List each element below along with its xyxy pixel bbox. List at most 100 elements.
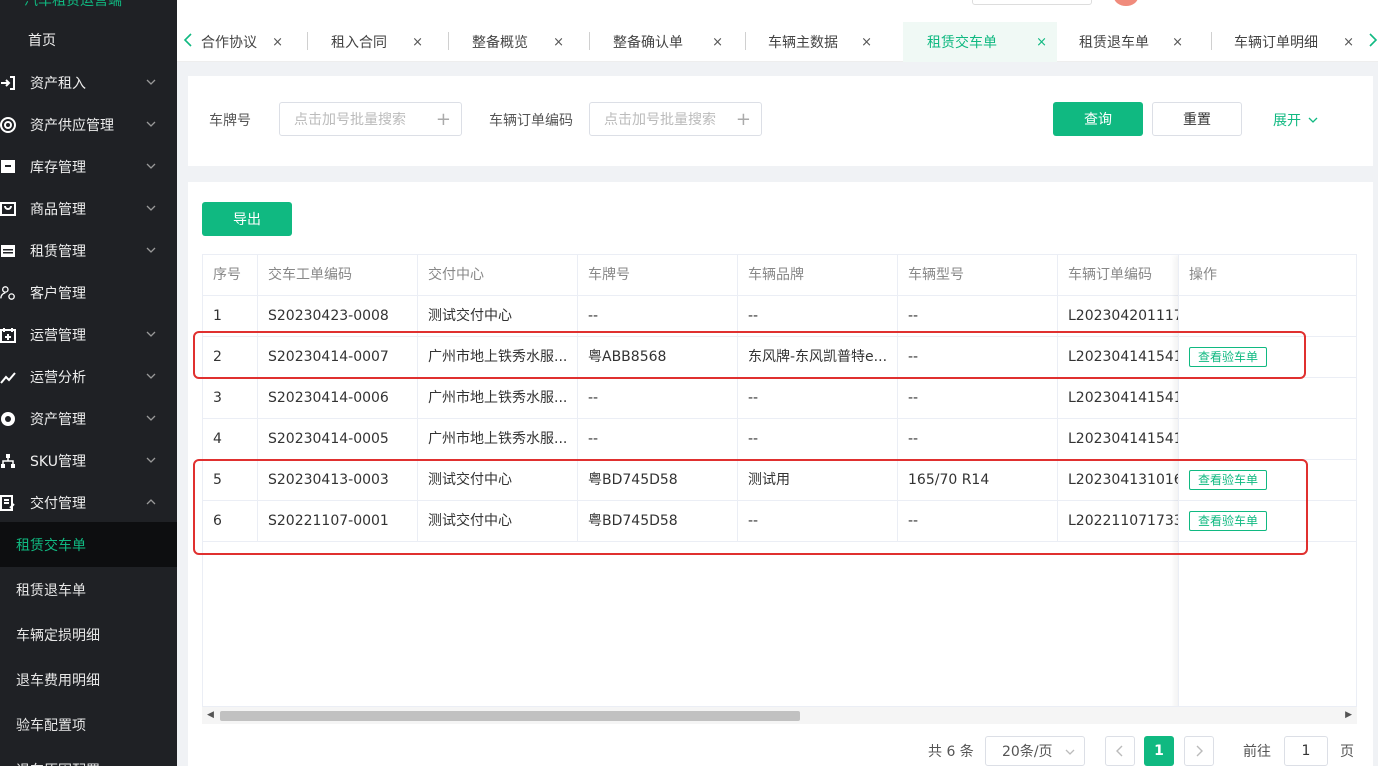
next-page-button[interactable] [1184,736,1214,766]
bag-icon [0,201,16,217]
sidebar-item-inventory[interactable]: 库存管理 [0,146,177,188]
scrollbar-thumb[interactable] [220,711,800,721]
sidebar-item-label: 运营分析 [30,370,86,386]
sidebar-subitem-damage-detail[interactable]: 车辆定损明细 [0,612,177,657]
header-search-box[interactable] [972,0,1092,5]
chevron-up-icon [146,499,156,505]
tab-label: 整备概览 [472,35,528,51]
order-code-search-input[interactable]: 点击加号批量搜索 + [589,102,762,136]
tab-bar: 合作协议 × 租入合同 × 整备概览 × 整备确认单 × 车辆主数据 × 租赁交车单 × 租… [177,18,1378,62]
inventory-icon [0,159,16,175]
sidebar-item-label: SKU管理 [30,454,86,470]
horizontal-scrollbar[interactable]: ◀ ▶ [202,706,1357,724]
sidebar-item-sku[interactable]: SKU管理 [0,440,177,482]
login-icon [0,75,16,91]
tab-lease-return[interactable]: 租赁退车单 × [1055,22,1193,62]
page-suffix: 页 [1340,744,1354,760]
action-cell [1179,419,1356,460]
lifebuoy-icon [0,117,16,133]
table-icon [0,243,16,259]
search-panel: 车牌号 点击加号批量搜索 + 车辆订单编码 点击加号批量搜索 + 查询 重置 展… [188,76,1373,166]
col-header-model: 车辆型号 [898,255,1058,296]
chevron-down-icon [1065,749,1075,755]
hierarchy-icon [0,453,16,469]
doc-edit-icon [0,495,16,511]
action-cell [1179,378,1356,419]
sidebar-item-products[interactable]: 商品管理 [0,188,177,230]
sidebar: 汽车租赁运营端 首页 资产租入 资产供应管理 库存管理 商品管理 租赁管理 客户… [0,0,177,766]
sidebar-subitem-lease-return[interactable]: 租赁退车单 [0,567,177,612]
top-header [177,0,1378,18]
sidebar-item-label: 客户管理 [30,286,86,302]
sidebar-subitem-return-fees[interactable]: 退车费用明细 [0,657,177,702]
sidebar-item-label: 租赁管理 [30,244,86,260]
tab-label: 整备确认单 [613,35,683,51]
prev-page-button[interactable] [1105,736,1135,766]
add-icon[interactable]: + [436,109,451,130]
tab-cooperation[interactable]: 合作协议 × [187,22,293,62]
close-icon[interactable]: × [412,35,423,50]
app-brand: 汽车租赁运营端 [24,0,122,9]
sidebar-item-assets[interactable]: 资产管理 [0,398,177,440]
add-icon[interactable]: + [736,109,751,130]
tab-prep-overview[interactable]: 整备概览 × [448,22,574,62]
sidebar-subitem-return-reasons[interactable]: 退车原因配置 [0,747,177,766]
sidebar-item-analytics[interactable]: 运营分析 [0,356,177,398]
sidebar-item-delivery[interactable]: 交付管理 [0,482,177,524]
sidebar-item-lease[interactable]: 租赁管理 [0,230,177,272]
trend-icon [0,369,16,385]
sidebar-item-label: 交付管理 [30,496,86,512]
sidebar-item-label: 资产租入 [30,76,86,92]
sidebar-item-asset-lease-in[interactable]: 资产租入 [0,62,177,104]
page-number-current[interactable]: 1 [1144,736,1174,766]
close-icon[interactable]: × [1036,35,1047,50]
sidebar-item-label: 资产供应管理 [30,118,114,134]
goto-label: 前往 [1243,744,1271,760]
tab-vehicle-master[interactable]: 车辆主数据 × [744,22,882,62]
scroll-left-icon[interactable]: ◀ [207,710,214,720]
chevron-down-icon [146,121,156,127]
close-icon[interactable]: × [712,35,723,50]
cell-model: -- [898,378,1058,419]
query-button[interactable]: 查询 [1053,102,1143,136]
sidebar-item-operations[interactable]: 运营管理 [0,314,177,356]
avatar[interactable] [1114,0,1138,6]
goto-page-input[interactable]: 1 [1284,736,1328,766]
tab-label: 合作协议 [201,35,257,51]
tab-lease-delivery[interactable]: 租赁交车单 × [903,22,1057,62]
close-icon[interactable]: × [1343,35,1354,50]
tab-scroll-right-icon[interactable] [1366,30,1378,50]
col-header-brand: 车辆品牌 [738,255,898,296]
sidebar-item-label: 资产管理 [30,412,86,428]
close-icon[interactable]: × [272,35,283,50]
user-settings-icon [0,285,16,301]
plate-search-input[interactable]: 点击加号批量搜索 + [279,102,462,136]
chevron-down-icon [146,163,156,169]
cell-plate: -- [578,378,738,419]
tab-label: 租赁退车单 [1079,35,1149,51]
sidebar-item-customers[interactable]: 客户管理 [0,272,177,314]
sidebar-item-home[interactable]: 首页 [28,30,56,52]
col-header-plate: 车牌号 [578,255,738,296]
tab-prep-confirm[interactable]: 整备确认单 × [589,22,733,62]
expand-toggle[interactable]: 展开 [1273,110,1319,130]
tab-label: 租赁交车单 [927,35,997,51]
tab-lease-in-contract[interactable]: 租入合同 × [307,22,433,62]
close-icon[interactable]: × [1172,35,1183,50]
sidebar-item-asset-supply[interactable]: 资产供应管理 [0,104,177,146]
close-icon[interactable]: × [861,35,872,50]
close-icon[interactable]: × [553,35,564,50]
scroll-right-icon[interactable]: ▶ [1345,710,1352,720]
chevron-down-icon [1308,117,1318,123]
page-size-select[interactable]: 20条/页 [985,736,1085,766]
calendar-plus-icon [0,327,16,343]
circle-icon [0,411,16,427]
reset-button[interactable]: 重置 [1152,102,1242,136]
sidebar-subitem-inspection-config[interactable]: 验车配置项 [0,702,177,747]
tab-label: 租入合同 [331,35,387,51]
export-button[interactable]: 导出 [202,202,292,236]
sidebar-subitem-lease-delivery[interactable]: 租赁交车单 [0,522,177,567]
sidebar-item-label: 商品管理 [30,202,86,218]
tab-vehicle-order-detail[interactable]: 车辆订单明细 × [1210,22,1364,62]
cell-center: 广州市地上铁秀水服... [418,419,578,460]
